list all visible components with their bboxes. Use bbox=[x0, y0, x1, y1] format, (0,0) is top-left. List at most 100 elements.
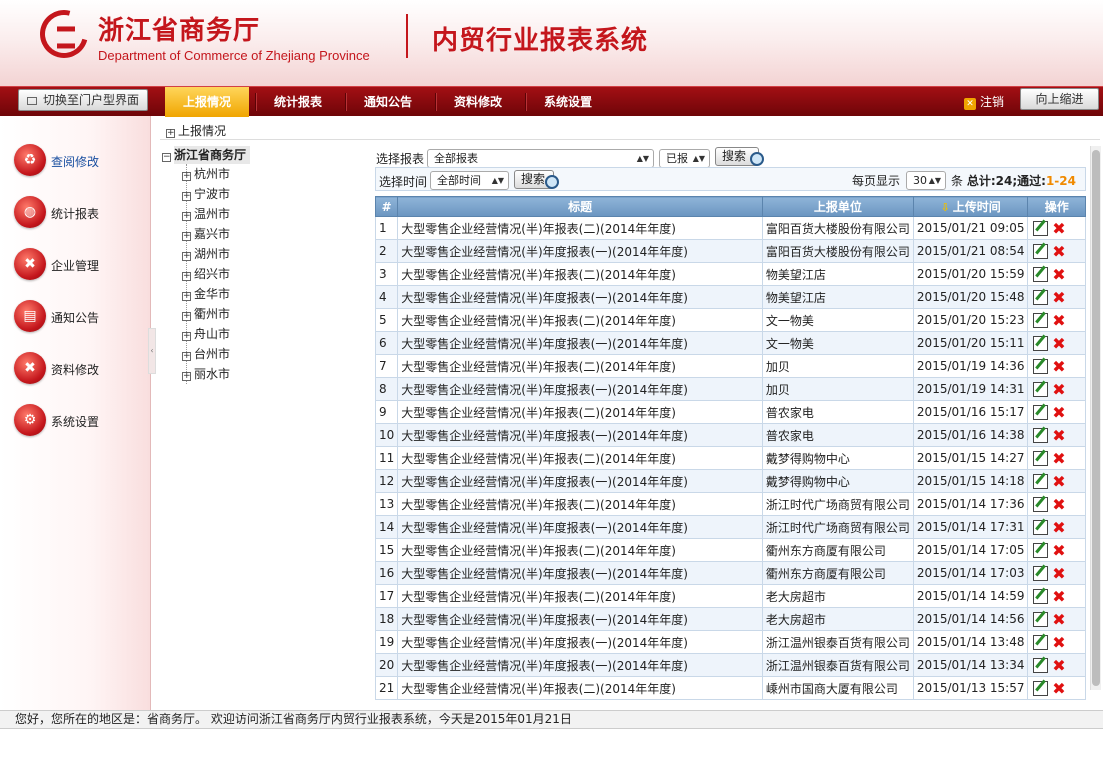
delete-icon[interactable]: ✖ bbox=[1051, 496, 1066, 512]
edit-icon[interactable] bbox=[1033, 611, 1049, 627]
tree-root[interactable]: − 浙江省商务厅 bbox=[162, 146, 362, 164]
col-header-title[interactable]: 标题 bbox=[397, 196, 763, 217]
row-title[interactable]: 大型零售企业经营情况(半)年度报表(一)(2014年年度) bbox=[397, 377, 763, 401]
nav-tab-report-status[interactable]: 上报情况 bbox=[165, 87, 249, 117]
search-button[interactable]: 搜索 bbox=[715, 147, 764, 166]
vertical-scrollbar[interactable] bbox=[1090, 146, 1101, 690]
tree-node[interactable]: + 杭州市 bbox=[182, 164, 230, 184]
delete-icon[interactable]: ✖ bbox=[1051, 657, 1066, 673]
edit-icon[interactable] bbox=[1033, 427, 1049, 443]
edit-icon[interactable] bbox=[1033, 496, 1049, 512]
time-select[interactable]: 全部时间 ▲▼ bbox=[430, 171, 509, 190]
row-title[interactable]: 大型零售企业经营情况(半)年报表(二)(2014年年度) bbox=[397, 676, 763, 700]
delete-icon[interactable]: ✖ bbox=[1051, 220, 1066, 236]
edit-icon[interactable] bbox=[1033, 542, 1049, 558]
expand-icon[interactable]: + bbox=[182, 332, 191, 341]
delete-icon[interactable]: ✖ bbox=[1051, 588, 1066, 604]
tree-node[interactable]: + 舟山市 bbox=[182, 324, 230, 344]
edit-icon[interactable] bbox=[1033, 312, 1049, 328]
row-title[interactable]: 大型零售企业经营情况(半)年度报表(一)(2014年年度) bbox=[397, 515, 763, 539]
col-header-upload-time[interactable]: ⇩ 上传时间 bbox=[912, 196, 1029, 217]
edit-icon[interactable] bbox=[1033, 565, 1049, 581]
row-title[interactable]: 大型零售企业经营情况(半)年报表(二)(2014年年度) bbox=[397, 400, 763, 424]
row-title[interactable]: 大型零售企业经营情况(半)年报表(二)(2014年年度) bbox=[397, 446, 763, 470]
row-title[interactable]: 大型零售企业经营情况(半)年报表(二)(2014年年度) bbox=[397, 538, 763, 562]
row-title[interactable]: 大型零售企业经营情况(半)年度报表(一)(2014年年度) bbox=[397, 423, 763, 447]
status-select[interactable]: 已报 ▲▼ bbox=[659, 149, 710, 168]
delete-icon[interactable]: ✖ bbox=[1051, 427, 1066, 443]
tree-node[interactable]: + 温州市 bbox=[182, 204, 230, 224]
delete-icon[interactable]: ✖ bbox=[1051, 289, 1066, 305]
edit-icon[interactable] bbox=[1033, 220, 1049, 236]
edit-icon[interactable] bbox=[1033, 335, 1049, 351]
per-page-select[interactable]: 30 ▲▼ bbox=[906, 171, 946, 190]
delete-icon[interactable]: ✖ bbox=[1051, 473, 1066, 489]
edit-icon[interactable] bbox=[1033, 473, 1049, 489]
delete-icon[interactable]: ✖ bbox=[1051, 634, 1066, 650]
row-title[interactable]: 大型零售企业经营情况(半)年报表(二)(2014年年度) bbox=[397, 308, 763, 332]
edit-icon[interactable] bbox=[1033, 657, 1049, 673]
edit-icon[interactable] bbox=[1033, 634, 1049, 650]
delete-icon[interactable]: ✖ bbox=[1051, 381, 1066, 397]
edit-icon[interactable] bbox=[1033, 519, 1049, 535]
delete-icon[interactable]: ✖ bbox=[1051, 358, 1066, 374]
row-title[interactable]: 大型零售企业经营情况(半)年度报表(一)(2014年年度) bbox=[397, 331, 763, 355]
scrollbar-thumb[interactable] bbox=[1092, 150, 1100, 686]
sidebar-item-statistics[interactable]: ◍ 统计报表 bbox=[14, 196, 144, 230]
edit-icon[interactable] bbox=[1033, 588, 1049, 604]
row-title[interactable]: 大型零售企业经营情况(半)年报表(二)(2014年年度) bbox=[397, 354, 763, 378]
delete-icon[interactable]: ✖ bbox=[1051, 266, 1066, 282]
edit-icon[interactable] bbox=[1033, 381, 1049, 397]
row-title[interactable]: 大型零售企业经营情况(半)年度报表(一)(2014年年度) bbox=[397, 469, 763, 493]
expand-icon[interactable]: + bbox=[182, 252, 191, 261]
tree-node[interactable]: + 台州市 bbox=[182, 344, 230, 364]
row-title[interactable]: 大型零售企业经营情况(半)年报表(二)(2014年年度) bbox=[397, 262, 763, 286]
expand-icon[interactable]: + bbox=[182, 172, 191, 181]
expand-icon[interactable]: + bbox=[182, 292, 191, 301]
expand-icon[interactable]: + bbox=[182, 272, 191, 281]
nav-tab-settings[interactable]: 系统设置 bbox=[530, 87, 606, 117]
expand-icon[interactable]: + bbox=[182, 192, 191, 201]
sidebar-item-enterprise[interactable]: ✖ 企业管理 bbox=[14, 248, 144, 282]
tree-node[interactable]: + 湖州市 bbox=[182, 244, 230, 264]
tree-node[interactable]: + 绍兴市 bbox=[182, 264, 230, 284]
sidebar-collapse-handle[interactable]: ‹ bbox=[148, 328, 156, 374]
nav-tab-profile[interactable]: 资料修改 bbox=[440, 87, 516, 117]
tree-node[interactable]: + 丽水市 bbox=[182, 364, 230, 384]
row-title[interactable]: 大型零售企业经营情况(半)年度报表(一)(2014年年度) bbox=[397, 239, 763, 263]
report-select[interactable]: 全部报表 ▲▼ bbox=[427, 149, 654, 168]
delete-icon[interactable]: ✖ bbox=[1051, 243, 1066, 259]
delete-icon[interactable]: ✖ bbox=[1051, 312, 1066, 328]
row-title[interactable]: 大型零售企业经营情况(半)年度报表(一)(2014年年度) bbox=[397, 607, 763, 631]
sidebar-item-settings[interactable]: ⚙ 系统设置 bbox=[14, 404, 144, 438]
expand-icon[interactable]: + bbox=[182, 212, 191, 221]
edit-icon[interactable] bbox=[1033, 243, 1049, 259]
row-title[interactable]: 大型零售企业经营情况(半)年度报表(一)(2014年年度) bbox=[397, 561, 763, 585]
logout-link[interactable]: ✕ 注销 bbox=[964, 87, 1004, 117]
edit-icon[interactable] bbox=[1033, 266, 1049, 282]
delete-icon[interactable]: ✖ bbox=[1051, 450, 1066, 466]
edit-icon[interactable] bbox=[1033, 289, 1049, 305]
delete-icon[interactable]: ✖ bbox=[1051, 404, 1066, 420]
tree-node[interactable]: + 宁波市 bbox=[182, 184, 230, 204]
expand-icon[interactable]: + bbox=[182, 352, 191, 361]
nav-tab-statistics[interactable]: 统计报表 bbox=[260, 87, 336, 117]
delete-icon[interactable]: ✖ bbox=[1051, 335, 1066, 351]
delete-icon[interactable]: ✖ bbox=[1051, 611, 1066, 627]
sidebar-item-review[interactable]: ♻ 查阅修改 bbox=[14, 144, 144, 178]
switch-portal-button[interactable]: 切换至门户型界面 bbox=[18, 89, 148, 111]
sidebar-item-profile[interactable]: ✖ 资料修改 bbox=[14, 352, 144, 386]
tree-node[interactable]: + 衢州市 bbox=[182, 304, 230, 324]
col-header-unit[interactable]: 上报单位 bbox=[761, 196, 914, 217]
row-title[interactable]: 大型零售企业经营情况(半)年报表(二)(2014年年度) bbox=[397, 492, 763, 516]
sidebar-item-notices[interactable]: ▤ 通知公告 bbox=[14, 300, 144, 334]
search-button-time[interactable]: 搜索 bbox=[514, 170, 559, 189]
tree-node[interactable]: + 嘉兴市 bbox=[182, 224, 230, 244]
expand-icon[interactable]: + bbox=[182, 372, 191, 381]
row-title[interactable]: 大型零售企业经营情况(半)年报表(二)(2014年年度) bbox=[397, 216, 763, 240]
collapse-icon[interactable]: − bbox=[162, 153, 171, 162]
tree-node[interactable]: + 金华市 bbox=[182, 284, 230, 304]
row-title[interactable]: 大型零售企业经营情况(半)年报表(二)(2014年年度) bbox=[397, 584, 763, 608]
row-title[interactable]: 大型零售企业经营情况(半)年度报表(一)(2014年年度) bbox=[397, 285, 763, 309]
edit-icon[interactable] bbox=[1033, 404, 1049, 420]
